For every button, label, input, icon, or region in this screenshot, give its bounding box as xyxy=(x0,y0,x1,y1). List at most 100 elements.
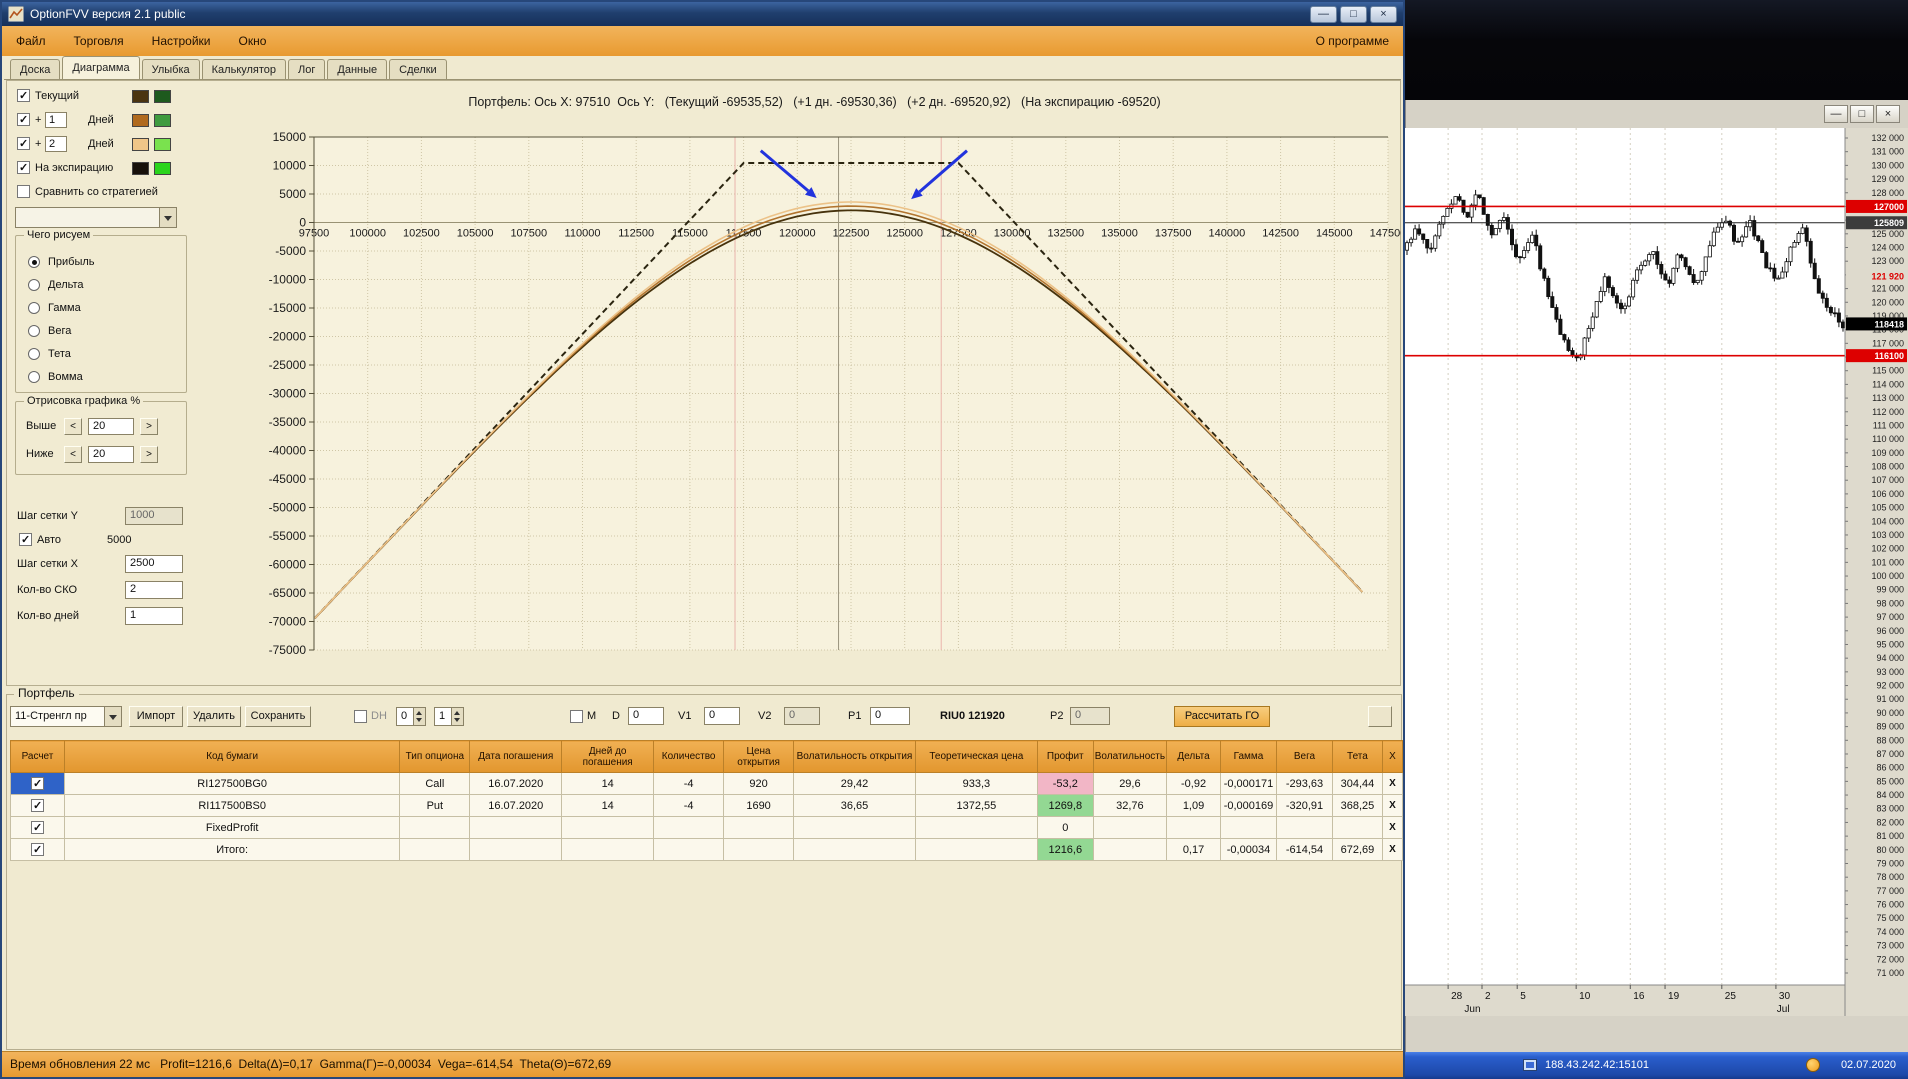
column-header[interactable]: Дней до погашения xyxy=(561,740,655,773)
grid-y-auto-checkbox[interactable] xyxy=(19,533,32,546)
dh-spinner-2[interactable]: 1 xyxy=(434,707,464,726)
strategy-select[interactable] xyxy=(15,207,177,228)
row-calc-checkbox[interactable] xyxy=(30,843,44,856)
increase-button[interactable]: > xyxy=(140,446,158,463)
radio-Прибыль[interactable] xyxy=(28,256,40,268)
price-scale[interactable] xyxy=(1845,128,1908,1016)
tab-Улыбка[interactable]: Улыбка xyxy=(141,59,200,79)
series-color-2[interactable] xyxy=(154,162,171,175)
import-button[interactable]: Импорт xyxy=(129,706,183,727)
delete-button[interactable]: Удалить xyxy=(187,706,241,727)
column-header[interactable]: Профит xyxy=(1036,740,1094,773)
series-days-input[interactable]: 2 xyxy=(45,136,67,152)
tab-Лог[interactable]: Лог xyxy=(288,59,326,79)
render-percent-value[interactable]: 20 xyxy=(88,418,134,435)
column-header[interactable]: Теоретическая цена xyxy=(914,740,1038,773)
taskbar[interactable]: 188.43.242.42:15101 02.07.2020 xyxy=(1405,1052,1908,1079)
series-color-2[interactable] xyxy=(154,90,171,103)
payoff-chart[interactable]: -75000 -70000 -65000 -60000 -55000 -50000 -450… xyxy=(241,113,1401,673)
tab-Доска[interactable]: Доска xyxy=(10,59,61,79)
minimize-button[interactable]: — xyxy=(1310,5,1337,23)
clock-tray-icon[interactable] xyxy=(1806,1058,1820,1072)
column-header[interactable]: Волатильность открытия xyxy=(793,740,916,773)
radio-Вега[interactable] xyxy=(28,325,40,337)
decrease-button[interactable]: < xyxy=(64,418,82,435)
v1-input[interactable]: 0 xyxy=(704,707,740,725)
grid-y-input[interactable]: 1000 xyxy=(125,507,183,525)
column-header[interactable]: Цена открытия xyxy=(723,740,795,773)
series-color-1[interactable] xyxy=(132,162,149,175)
dh-spinner-1[interactable]: 0 xyxy=(396,707,426,726)
tab-Сделки[interactable]: Сделки xyxy=(389,59,447,79)
series-color-1[interactable] xyxy=(132,138,149,151)
network-tray-icon[interactable] xyxy=(1523,1059,1537,1071)
strategy-select-arrow[interactable] xyxy=(159,208,176,227)
maximize-button[interactable]: □ xyxy=(1340,5,1367,23)
series-checkbox[interactable] xyxy=(17,161,30,174)
column-header[interactable]: X xyxy=(1381,740,1404,773)
column-header[interactable]: Волатильность xyxy=(1092,740,1168,773)
p1-input[interactable]: 0 xyxy=(870,707,910,725)
decrease-button[interactable]: < xyxy=(64,446,82,463)
row-calc-checkbox[interactable] xyxy=(30,777,44,790)
chart-close-button[interactable]: × xyxy=(1876,105,1900,123)
increase-button[interactable]: > xyxy=(140,418,158,435)
tab-Калькулятор[interactable]: Калькулятор xyxy=(201,59,287,79)
grid-x-input[interactable]: 2500 xyxy=(125,555,183,573)
row-calc-checkbox[interactable] xyxy=(30,821,44,834)
portfolio-select[interactable]: 11-Стренгл пр xyxy=(10,706,122,727)
series-checkbox[interactable] xyxy=(17,137,30,150)
candlestick-chart[interactable]: 132 000131 000130 000129 000128 000127 0… xyxy=(1405,128,1908,1016)
m-checkbox[interactable] xyxy=(570,710,583,723)
row-delete-button[interactable]: X xyxy=(1381,794,1404,817)
series-color-1[interactable] xyxy=(132,90,149,103)
tray-date[interactable]: 02.07.2020 xyxy=(1841,1059,1896,1071)
column-header[interactable]: Тета xyxy=(1331,740,1383,773)
save-button[interactable]: Сохранить xyxy=(245,706,311,727)
column-header[interactable]: Вега xyxy=(1275,740,1333,773)
column-header[interactable]: Гамма xyxy=(1220,740,1277,773)
title-bar[interactable]: OptionFVV версия 2.1 public — □ × xyxy=(2,2,1403,26)
series-color-2[interactable] xyxy=(154,138,171,151)
render-percent-value[interactable]: 20 xyxy=(88,446,134,463)
row-calc-checkbox[interactable] xyxy=(30,799,44,812)
menu-item-settings[interactable]: Настройки xyxy=(152,34,211,48)
portfolio-select-arrow[interactable] xyxy=(104,707,121,726)
calc-margin-button[interactable]: Рассчитать ГО xyxy=(1174,706,1270,727)
column-header[interactable]: Количество xyxy=(653,740,725,773)
row-delete-button[interactable]: X xyxy=(1381,772,1404,795)
series-color-2[interactable] xyxy=(154,114,171,127)
sko-input[interactable]: 2 xyxy=(125,581,183,599)
radio-Дельта[interactable] xyxy=(28,279,40,291)
series-checkbox[interactable] xyxy=(17,113,30,126)
row-delete-button[interactable]: X xyxy=(1381,816,1404,839)
radio-Вомма[interactable] xyxy=(28,371,40,383)
series-color-1[interactable] xyxy=(132,114,149,127)
tab-Данные[interactable]: Данные xyxy=(327,59,388,79)
tab-Диаграмма[interactable]: Диаграмма xyxy=(62,56,140,79)
panel-mini-button[interactable] xyxy=(1368,706,1392,727)
compare-strategy-checkbox[interactable] xyxy=(17,185,30,198)
menu-item-file[interactable]: Файл xyxy=(16,34,46,48)
column-header[interactable]: Расчет xyxy=(10,740,65,773)
menu-item-about[interactable]: О программе xyxy=(1316,34,1389,48)
column-header[interactable]: Дата погашения xyxy=(469,740,563,773)
v2-input[interactable]: 0 xyxy=(784,707,820,725)
d-input[interactable]: 0 xyxy=(628,707,664,725)
chart-minimize-button[interactable]: — xyxy=(1824,105,1848,123)
series-days-input[interactable]: 1 xyxy=(45,112,67,128)
p2-input[interactable]: 0 xyxy=(1070,707,1110,725)
menu-item-window[interactable]: Окно xyxy=(239,34,267,48)
chart-maximize-button[interactable]: □ xyxy=(1850,105,1874,123)
radio-Тета[interactable] xyxy=(28,348,40,360)
dh-checkbox[interactable] xyxy=(354,710,367,723)
days-count-input[interactable]: 1 xyxy=(125,607,183,625)
menu-item-trading[interactable]: Торговля xyxy=(74,34,124,48)
date-axis[interactable] xyxy=(1405,985,1845,1016)
close-button[interactable]: × xyxy=(1370,5,1397,23)
row-delete-button[interactable]: X xyxy=(1381,838,1404,861)
column-header[interactable]: Тип опциона xyxy=(399,740,471,773)
column-header[interactable]: Дельта xyxy=(1166,740,1221,773)
series-checkbox[interactable] xyxy=(17,89,30,102)
radio-Гамма[interactable] xyxy=(28,302,40,314)
